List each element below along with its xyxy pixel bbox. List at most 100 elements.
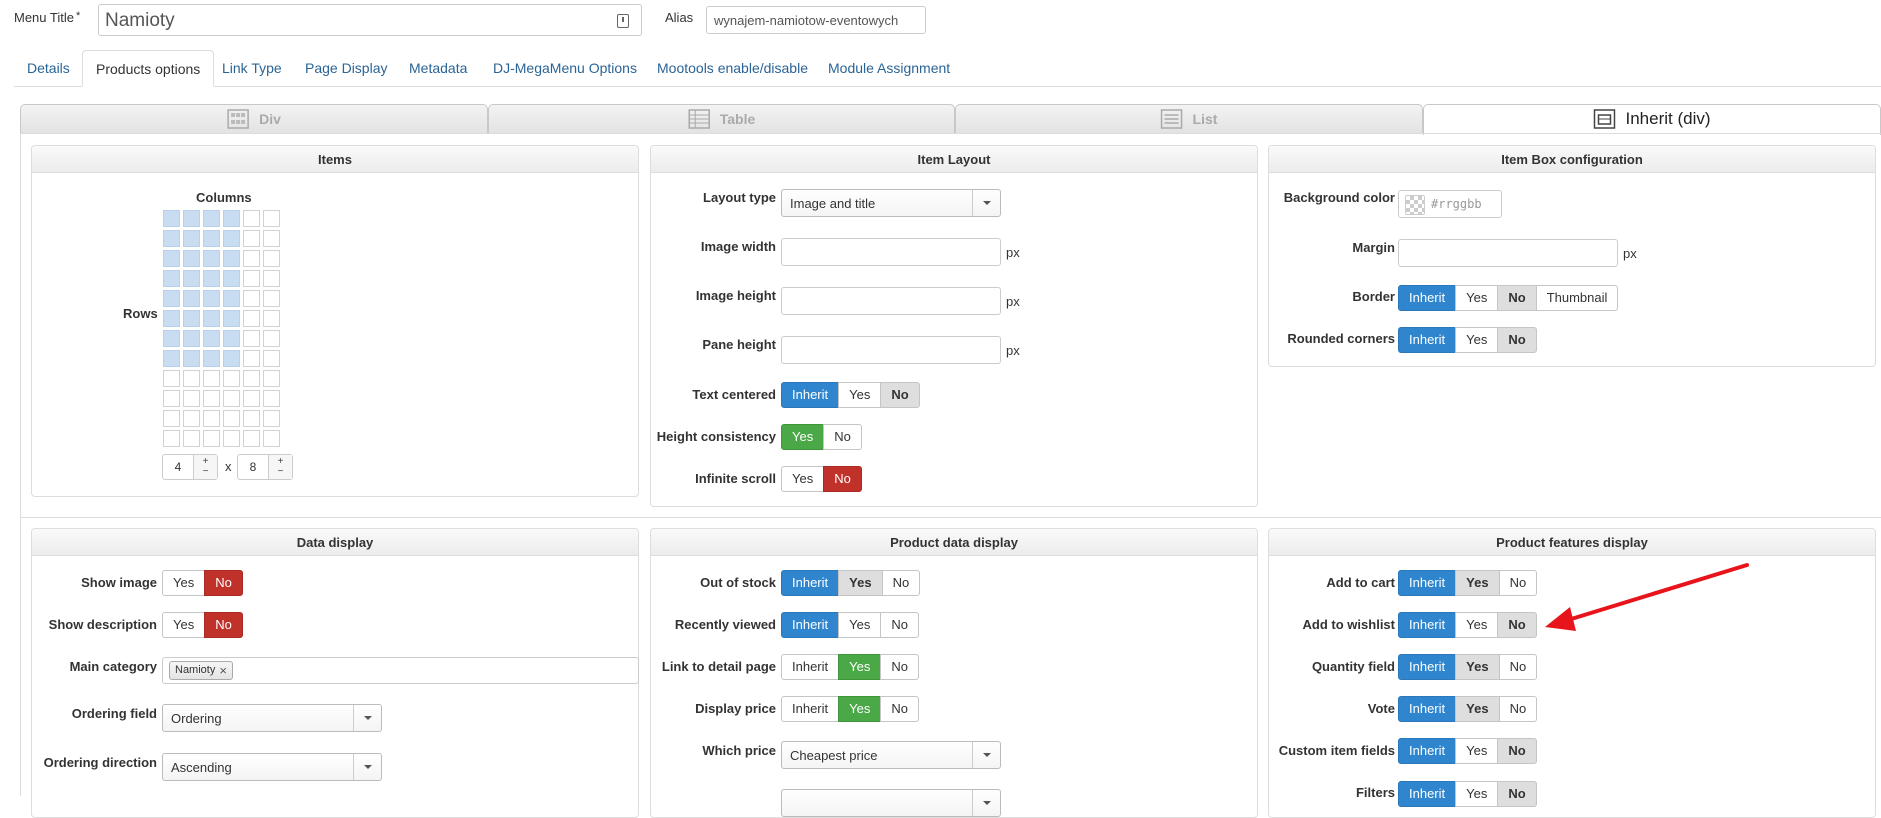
grid-cell[interactable] [183, 430, 200, 447]
grid-cell[interactable] [223, 330, 240, 347]
quantity-field-inherit[interactable]: Inherit [1398, 654, 1457, 680]
grid-cell[interactable] [243, 290, 260, 307]
grid-cell[interactable] [223, 390, 240, 407]
grid-cell[interactable] [203, 250, 220, 267]
grid-cell[interactable] [223, 230, 240, 247]
color-swatch-icon[interactable] [1405, 195, 1425, 215]
infinite-scroll-no[interactable]: No [823, 466, 862, 492]
grid-cell[interactable] [163, 250, 180, 267]
grid-cell[interactable] [263, 210, 280, 227]
grid-cell[interactable] [243, 330, 260, 347]
grid-cell[interactable] [243, 230, 260, 247]
display-price-yes[interactable]: Yes [838, 696, 882, 722]
grid-cell[interactable] [203, 390, 220, 407]
grid-cell[interactable] [183, 330, 200, 347]
recently-viewed-no[interactable]: No [880, 612, 919, 638]
grid-cell[interactable] [223, 410, 240, 427]
grid-cell[interactable] [263, 350, 280, 367]
out-of-stock-inherit[interactable]: Inherit [781, 570, 840, 596]
image-height-input[interactable] [781, 287, 1001, 315]
grid-cell[interactable] [263, 390, 280, 407]
grid-cell[interactable] [263, 370, 280, 387]
grid-cell[interactable] [243, 370, 260, 387]
link-detail-inherit[interactable]: Inherit [781, 654, 840, 680]
layout-tab-list[interactable]: List [955, 104, 1423, 134]
rounded-corners-inherit[interactable]: Inherit [1398, 327, 1457, 353]
recently-viewed-inherit[interactable]: Inherit [781, 612, 840, 638]
grid-cell[interactable] [263, 410, 280, 427]
grid-cell[interactable] [183, 370, 200, 387]
vote-inherit[interactable]: Inherit [1398, 696, 1457, 722]
grid-cell[interactable] [223, 430, 240, 447]
show-description-yes[interactable]: Yes [162, 612, 206, 638]
info-icon[interactable] [617, 14, 629, 28]
layout-tab-inherit[interactable]: Inherit (div) [1423, 104, 1881, 135]
layout-tab-table[interactable]: Table [488, 104, 955, 134]
rounded-corners-yes[interactable]: Yes [1455, 327, 1499, 353]
columns-stepper[interactable]: 4 + − [162, 454, 218, 480]
minus-icon[interactable]: − [203, 466, 209, 477]
background-color-input[interactable]: #rrggbb [1398, 190, 1502, 218]
grid-cell[interactable] [203, 290, 220, 307]
grid-cell[interactable] [163, 430, 180, 447]
grid-cell[interactable] [183, 230, 200, 247]
grid-cell[interactable] [203, 230, 220, 247]
grid-cell[interactable] [163, 290, 180, 307]
grid-cell[interactable] [203, 350, 220, 367]
grid-cell[interactable] [223, 270, 240, 287]
display-price-inherit[interactable]: Inherit [781, 696, 840, 722]
show-description-no[interactable]: No [204, 612, 243, 638]
grid-cell[interactable] [163, 230, 180, 247]
tab-details[interactable]: Details [14, 50, 83, 87]
grid-cell[interactable] [223, 290, 240, 307]
columns-stepper-buttons[interactable]: + − [193, 455, 217, 479]
tab-mootools[interactable]: Mootools enable/disable [644, 50, 821, 87]
grid-cell[interactable] [163, 310, 180, 327]
which-price-select[interactable]: Cheapest price [781, 741, 1001, 769]
grid-cell[interactable] [163, 210, 180, 227]
main-category-input[interactable]: Namioty × [162, 657, 639, 684]
tab-metadata[interactable]: Metadata [396, 50, 480, 87]
grid-cell[interactable] [203, 270, 220, 287]
grid-cell[interactable] [163, 270, 180, 287]
columns-rows-grid[interactable] [163, 210, 280, 447]
quantity-field-yes[interactable]: Yes [1455, 654, 1500, 680]
grid-cell[interactable] [163, 390, 180, 407]
tab-products-options[interactable]: Products options [82, 50, 215, 87]
grid-cell[interactable] [183, 390, 200, 407]
custom-item-fields-inherit[interactable]: Inherit [1398, 738, 1457, 764]
grid-cell[interactable] [203, 310, 220, 327]
grid-cell[interactable] [243, 350, 260, 367]
out-of-stock-yes[interactable]: Yes [838, 570, 883, 596]
custom-item-fields-no[interactable]: No [1497, 738, 1537, 764]
tab-dj-megamenu-options[interactable]: DJ-MegaMenu Options [480, 50, 650, 87]
grid-cell[interactable] [183, 310, 200, 327]
ordering-field-select[interactable]: Ordering [162, 704, 382, 732]
grid-cell[interactable] [243, 430, 260, 447]
grid-cell[interactable] [203, 370, 220, 387]
filters-yes[interactable]: Yes [1455, 781, 1499, 807]
show-image-no[interactable]: No [204, 570, 243, 596]
grid-cell[interactable] [163, 330, 180, 347]
text-centered-inherit[interactable]: Inherit [781, 382, 840, 408]
grid-cell[interactable] [223, 250, 240, 267]
layout-type-select[interactable]: Image and title [781, 189, 1001, 217]
tab-link-type[interactable]: Link Type [209, 50, 295, 87]
add-to-wishlist-no[interactable]: No [1497, 612, 1537, 638]
filters-inherit[interactable]: Inherit [1398, 781, 1457, 807]
grid-cell[interactable] [263, 270, 280, 287]
grid-cell[interactable] [183, 210, 200, 227]
pane-height-input[interactable] [781, 336, 1001, 364]
add-to-cart-inherit[interactable]: Inherit [1398, 570, 1457, 596]
image-width-input[interactable] [781, 238, 1001, 266]
add-to-cart-no[interactable]: No [1498, 570, 1538, 596]
text-centered-yes[interactable]: Yes [838, 382, 882, 408]
grid-cell[interactable] [243, 250, 260, 267]
tab-page-display[interactable]: Page Display [292, 50, 401, 87]
grid-cell[interactable] [263, 430, 280, 447]
custom-item-fields-yes[interactable]: Yes [1455, 738, 1499, 764]
height-consistency-yes[interactable]: Yes [781, 424, 825, 450]
grid-cell[interactable] [223, 310, 240, 327]
close-icon[interactable]: × [219, 662, 227, 679]
grid-cell[interactable] [243, 270, 260, 287]
